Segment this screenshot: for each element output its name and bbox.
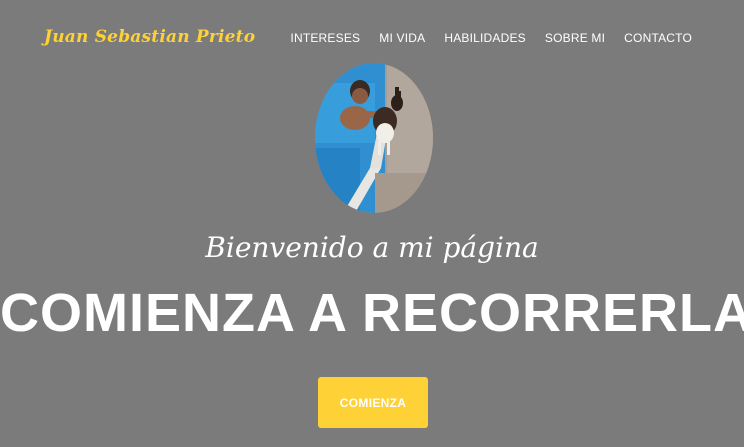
- nav-item-mi-vida[interactable]: MI VIDA: [379, 31, 425, 45]
- comienza-button[interactable]: COMIENZA: [318, 377, 428, 428]
- nav-item-sobre-mi[interactable]: SOBRE MI: [545, 31, 605, 45]
- nav-item-contacto[interactable]: CONTACTO: [624, 31, 692, 45]
- page: Juan Sebastian Prieto INTERESES MI VIDA …: [0, 0, 744, 447]
- profile-photo-image: [315, 63, 433, 213]
- main-nav: INTERESES MI VIDA HABILIDADES SOBRE MI C…: [290, 31, 692, 45]
- brand-logo[interactable]: Juan Sebastian Prieto: [44, 27, 255, 47]
- nav-item-intereses[interactable]: INTERESES: [290, 31, 360, 45]
- profile-photo: [315, 63, 433, 213]
- nav-item-habilidades[interactable]: HABILIDADES: [444, 31, 526, 45]
- hero-heading: COMIENZA A RECORRERLA: [0, 283, 744, 343]
- hero-subheading: Bienvenido a mi página: [205, 231, 539, 264]
